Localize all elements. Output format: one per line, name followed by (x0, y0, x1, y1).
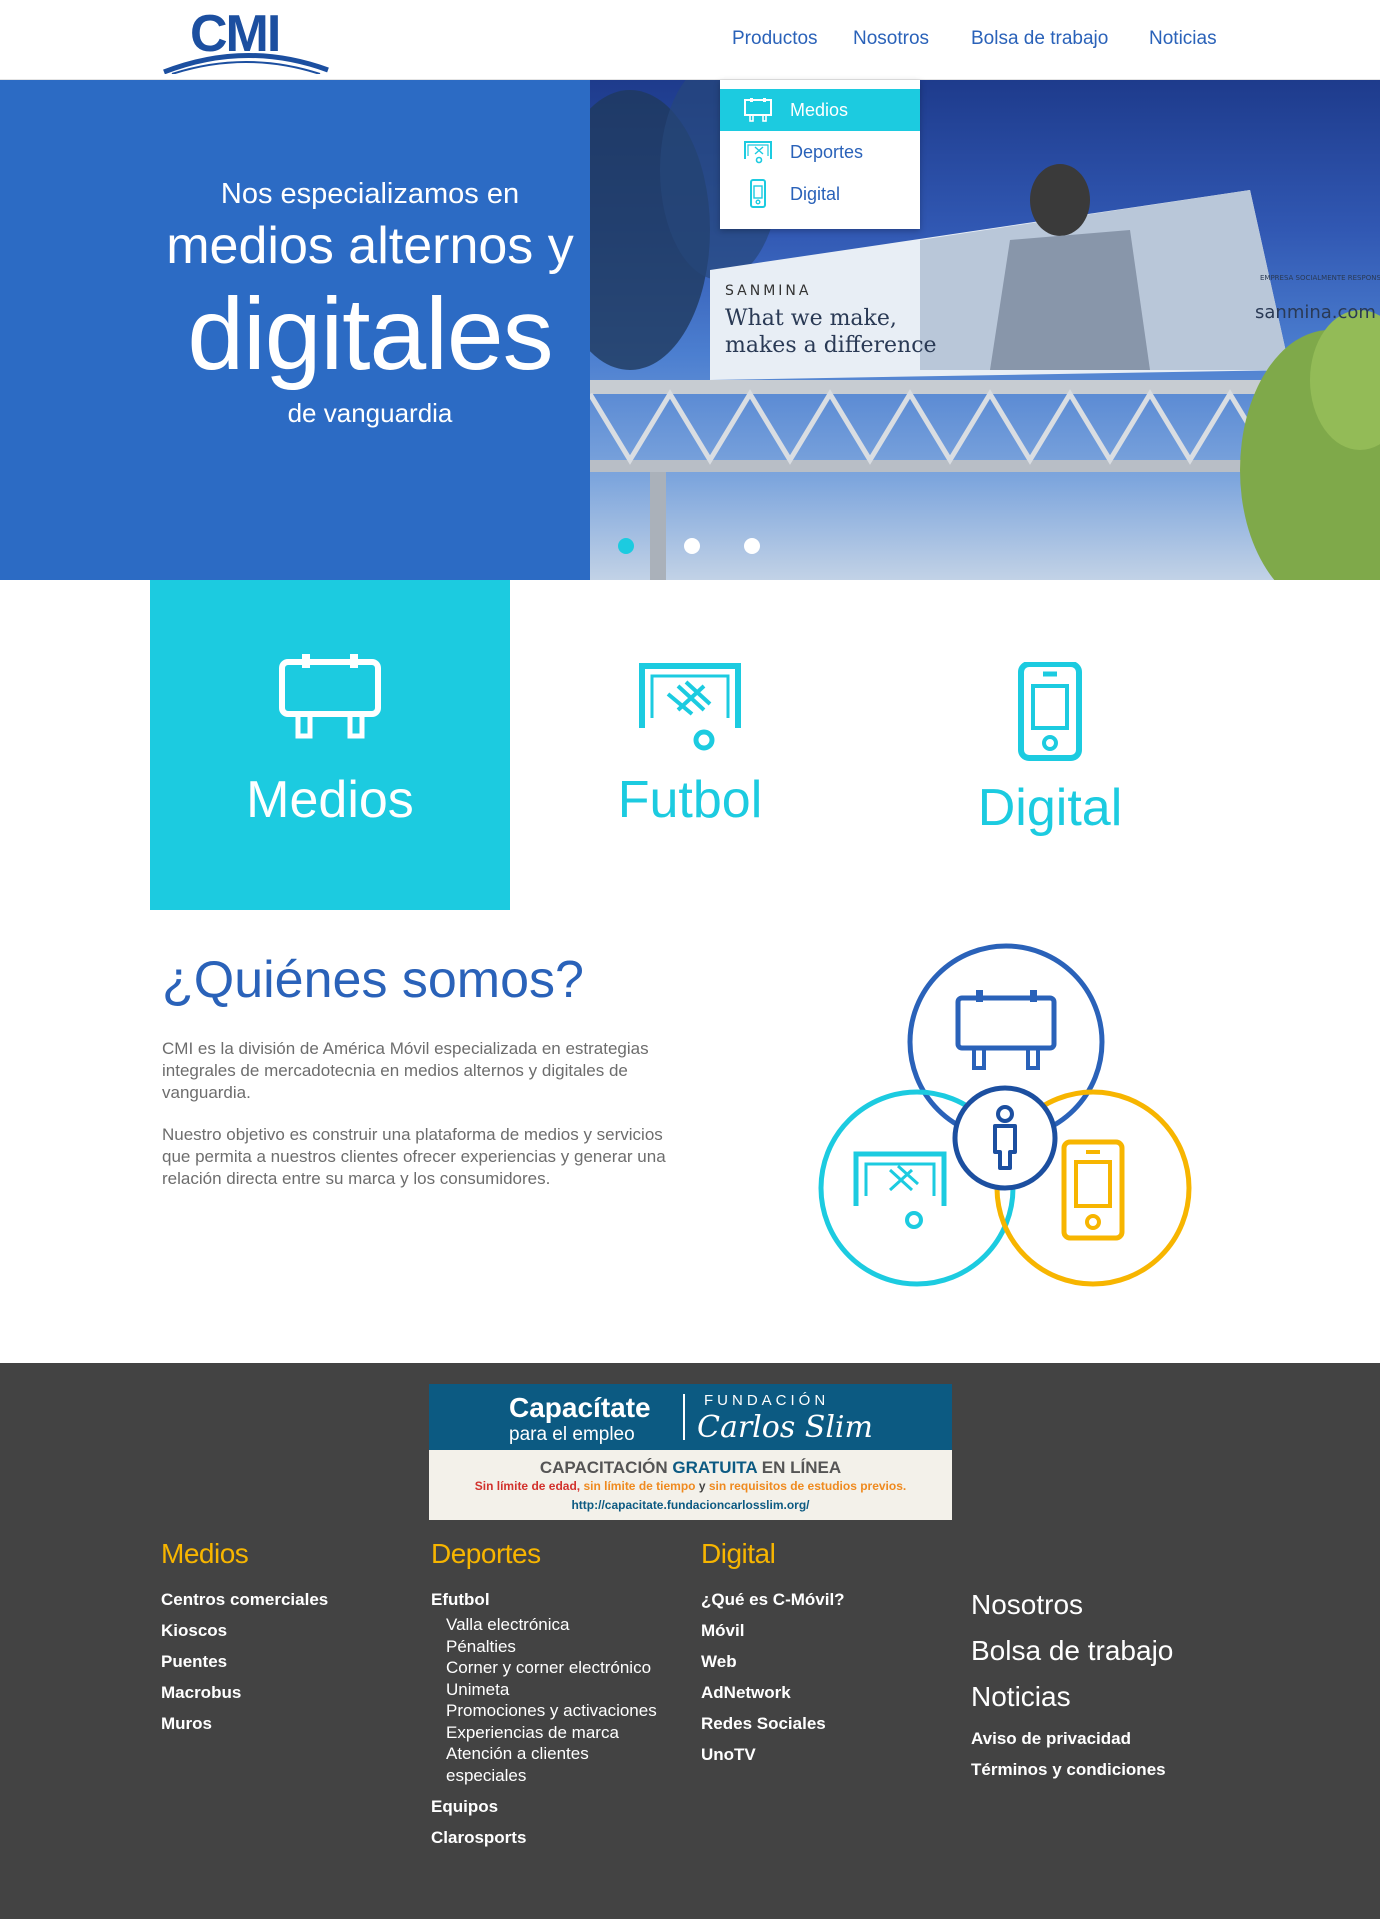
banner-bottom: CAPACITACIÓN GRATUITA EN LÍNEA Sin límit… (429, 1450, 952, 1520)
category-futbol[interactable]: Futbol (510, 580, 870, 910)
mobile-phone-icon (870, 662, 1230, 762)
hero-line-1: Nos especializamos en (220, 178, 520, 210)
footer-col-deportes: Deportes Efutbol Valla electrónica Pénal… (431, 1538, 691, 1859)
banner-url: http://capacitate.fundacioncarlosslim.or… (571, 1498, 810, 1512)
category-tiles: Medios Futbol Digital (150, 580, 1230, 910)
nav-nosotros[interactable]: Nosotros (853, 28, 929, 50)
banner-top: Capacítate para el empleo FUNDACIÓN Carl… (429, 1384, 952, 1450)
footer-link-terminos[interactable]: Términos y condiciones (971, 1760, 1173, 1780)
category-label: Digital (977, 779, 1123, 837)
category-digital[interactable]: Digital (870, 580, 1230, 910)
footer-link[interactable]: UnoTV (701, 1745, 845, 1765)
footer-link[interactable]: ¿Qué es C-Móvil? (701, 1590, 845, 1610)
banner-conditions: Sin límite de edad, sin límite de tiempo… (474, 1479, 907, 1493)
soccer-goal-icon (510, 662, 870, 752)
productos-dropdown: Medios Deportes Digital (720, 80, 920, 229)
billboard-icon (150, 652, 510, 742)
footer-link-aviso-de-privacidad[interactable]: Aviso de privacidad (971, 1729, 1173, 1749)
hero-slider: SANMINA What we make, makes a difference… (0, 80, 1380, 580)
dropdown-label: Digital (790, 183, 841, 204)
slider-dot-2[interactable] (684, 538, 700, 554)
footer-col-general: Nosotros Bolsa de trabajo Noticias Aviso… (971, 1587, 1173, 1791)
nav-bolsa-de-trabajo[interactable]: Bolsa de trabajo (971, 28, 1108, 50)
footer-link[interactable]: Móvil (701, 1621, 845, 1641)
dropdown-label: Deportes (790, 141, 864, 162)
footer-link[interactable]: Macrobus (161, 1683, 328, 1703)
banner-title: Capacítate (509, 1392, 651, 1423)
footer-link-clarosports[interactable]: Clarosports (431, 1828, 691, 1848)
about-title: ¿Quiénes somos? (162, 951, 584, 1009)
slider-dot-1[interactable] (618, 538, 634, 554)
category-medios[interactable]: Medios (150, 580, 510, 910)
capacitate-banner[interactable]: Capacítate para el empleo FUNDACIÓN Carl… (429, 1384, 952, 1520)
venn-diagram (810, 940, 1200, 1300)
banner-headline: CAPACITACIÓN GRATUITA EN LÍNEA (539, 1458, 842, 1477)
mobile-phone-icon (740, 179, 776, 209)
banner-subtitle: para el empleo (509, 1424, 635, 1445)
footer-link-nosotros[interactable]: Nosotros (971, 1587, 1173, 1623)
billboard-icon (740, 95, 776, 125)
footer-heading-deportes: Deportes (431, 1538, 541, 1569)
footer-sublink[interactable]: Corner y corner electrónico (431, 1657, 691, 1679)
category-label: Futbol (617, 771, 763, 829)
mobile-phone-icon (1061, 1139, 1125, 1241)
footer-col-digital: Digital ¿Qué es C-Móvil? Móvil Web AdNet… (701, 1538, 845, 1776)
footer-heading-medios: Medios (161, 1538, 249, 1569)
footer-link-noticias[interactable]: Noticias (971, 1679, 1173, 1715)
billboard-slogan-1: What we make, (725, 306, 897, 331)
footer-heading-digital: Digital (701, 1538, 776, 1569)
footer-link-bolsa-de-trabajo[interactable]: Bolsa de trabajo (971, 1633, 1173, 1669)
footer-col-medios: Medios Centros comerciales Kioscos Puent… (161, 1538, 328, 1745)
billboard-badge: EMPRESA SOCIALMENTE RESPONSABLE (1260, 274, 1380, 282)
banner-foundation-label: FUNDACIÓN (704, 1392, 830, 1409)
footer-link[interactable]: AdNetwork (701, 1683, 845, 1703)
footer-link[interactable]: Redes Sociales (701, 1714, 845, 1734)
billboard-slogan-2: makes a difference (725, 333, 937, 358)
site-footer: Capacítate para el empleo FUNDACIÓN Carl… (0, 1363, 1380, 1919)
slider-dots (618, 538, 760, 558)
hero-line-3: digitales (187, 277, 553, 391)
footer-link-equipos[interactable]: Equipos (431, 1797, 691, 1817)
footer-link[interactable]: Kioscos (161, 1621, 328, 1641)
nav-noticias[interactable]: Noticias (1149, 28, 1217, 50)
efutbol-sublinks: Valla electrónica Pénalties Corner y cor… (431, 1614, 691, 1786)
category-label: Medios (246, 771, 414, 829)
footer-link[interactable]: Centros comerciales (161, 1590, 328, 1610)
footer-sublink[interactable]: Promociones y activaciones (431, 1700, 691, 1722)
dropdown-item-medios[interactable]: Medios (720, 89, 920, 131)
site-header: CMI Productos Nosotros Bolsa de trabajo … (0, 0, 1380, 80)
nav-productos[interactable]: Productos (732, 28, 818, 50)
slider-dot-3[interactable] (744, 538, 760, 554)
billboard-icon (955, 990, 1057, 1070)
billboard-url: sanmina.com (1255, 302, 1376, 323)
footer-sublink[interactable]: Unimeta (431, 1679, 691, 1701)
footer-link[interactable]: Web (701, 1652, 845, 1672)
footer-sublink[interactable]: Experiencias de marca (431, 1722, 691, 1744)
soccer-goal-icon (740, 137, 776, 167)
dropdown-item-digital[interactable]: Digital (720, 173, 920, 215)
footer-sublink[interactable]: Valla electrónica (431, 1614, 691, 1636)
footer-link[interactable]: Puentes (161, 1652, 328, 1672)
soccer-goal-icon (853, 1151, 947, 1229)
footer-sublink[interactable]: Atención a clientes especiales (431, 1743, 621, 1786)
footer-sublink[interactable]: Pénalties (431, 1636, 691, 1658)
banner-foundation-name: Carlos Slim (697, 1410, 873, 1445)
banner-separator (683, 1394, 685, 1440)
dropdown-label: Medios (790, 99, 849, 120)
hero-line-2: medios alternos y (166, 217, 574, 275)
footer-link-efutbol[interactable]: Efutbol (431, 1590, 691, 1610)
hero-line-4: de vanguardia (287, 398, 453, 428)
footer-link[interactable]: Muros (161, 1714, 328, 1734)
about-paragraph-2: Nuestro objetivo es construir una plataf… (162, 1125, 666, 1188)
dropdown-item-deportes[interactable]: Deportes (720, 131, 920, 173)
main-nav: Productos Nosotros Bolsa de trabajo Noti… (0, 28, 1380, 52)
about-paragraph-1: CMI es la división de América Móvil espe… (162, 1039, 649, 1102)
venn-illustration (818, 943, 1192, 1287)
